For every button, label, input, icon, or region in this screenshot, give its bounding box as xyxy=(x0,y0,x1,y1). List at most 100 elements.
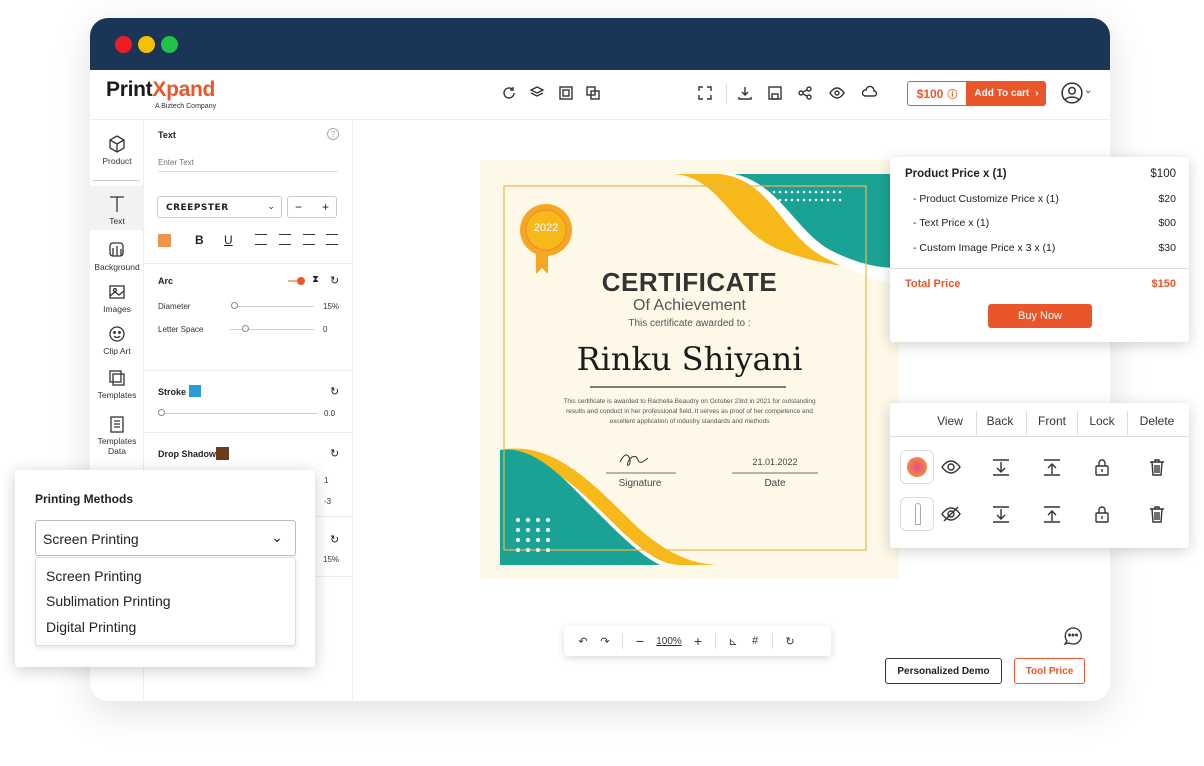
add-to-cart-button[interactable]: Add To cart › xyxy=(967,81,1046,106)
printing-option-digital[interactable]: Digital Printing xyxy=(46,619,136,635)
sidebar-item-clip-art[interactable]: Clip Art xyxy=(90,324,144,356)
shadow-color-swatch[interactable] xyxy=(216,447,229,460)
price-button[interactable]: $100 ⓘ xyxy=(907,81,967,106)
sidebar-item-images[interactable]: Images xyxy=(90,282,144,314)
chevron-down-icon[interactable]: ⌄ xyxy=(1084,85,1092,96)
duplicate-icon[interactable] xyxy=(584,84,602,102)
certificate-preview[interactable]: 2022 CERTIFICATE Of Achievement This cer… xyxy=(480,160,899,579)
sidebar-item-label: Images xyxy=(103,304,131,314)
layers-header-view: View xyxy=(937,414,963,428)
date-label: Date xyxy=(764,478,786,489)
minimize-window-button[interactable] xyxy=(138,36,155,53)
text-input[interactable] xyxy=(158,154,338,172)
reset-icon[interactable]: ↻ xyxy=(330,274,339,287)
zoom-in-button[interactable]: + xyxy=(687,633,709,649)
letter-space-slider-handle[interactable] xyxy=(242,325,249,332)
send-backward-icon[interactable] xyxy=(990,456,1012,478)
printing-option-screen[interactable]: Screen Printing xyxy=(46,568,142,584)
zoom-out-button[interactable]: − xyxy=(629,633,651,649)
text-color-swatch[interactable] xyxy=(158,234,171,247)
recipient-name: Rinku Shiyani xyxy=(576,340,803,378)
reset-icon[interactable]: ↻ xyxy=(330,533,339,546)
diameter-label: Diameter xyxy=(158,302,191,311)
price-row: - Product Customize Price x (1) $20 xyxy=(905,193,1176,205)
sidebar-item-background[interactable]: Background xyxy=(90,240,144,272)
preview-icon[interactable] xyxy=(828,84,846,102)
price-row-value: $00 xyxy=(1158,217,1176,229)
maximize-window-button[interactable] xyxy=(161,36,178,53)
bring-forward-icon[interactable] xyxy=(1041,456,1063,478)
decrease-button[interactable]: − xyxy=(295,200,302,214)
font-select[interactable]: CREEPSTER ⌄ xyxy=(157,196,282,218)
sidebar-item-label: Text xyxy=(109,216,125,226)
sidebar-item-templates[interactable]: Templates xyxy=(90,368,144,400)
trash-icon[interactable] xyxy=(1146,503,1168,525)
printing-option-sublimation[interactable]: Sublimation Printing xyxy=(46,593,171,609)
buy-now-button[interactable]: Buy Now xyxy=(988,304,1092,328)
stroke-slider-handle[interactable] xyxy=(158,409,165,416)
tool-price-button[interactable]: Tool Price xyxy=(1014,658,1085,684)
flip-icon[interactable]: ⧗ xyxy=(312,274,319,285)
layer-thumbnail[interactable] xyxy=(900,497,934,531)
layers-header-divider xyxy=(1127,411,1128,435)
undo-icon[interactable]: ↶ xyxy=(572,635,594,648)
trash-icon[interactable] xyxy=(1146,456,1168,478)
align-center-icon[interactable] xyxy=(279,234,291,245)
sidebar-item-templates-data[interactable]: Templates Data xyxy=(90,414,144,456)
align-left-icon[interactable] xyxy=(255,234,267,245)
reset-icon[interactable]: ↻ xyxy=(330,385,339,398)
align-justify-icon[interactable] xyxy=(326,234,338,245)
price-row-label: - Product Customize Price x (1) xyxy=(913,193,1059,205)
rotate-icon[interactable]: ↻ xyxy=(779,635,801,648)
share-icon[interactable] xyxy=(796,84,814,102)
chat-icon[interactable] xyxy=(1062,624,1084,646)
arc-toggle[interactable] xyxy=(288,277,305,285)
close-window-button[interactable] xyxy=(115,36,132,53)
diameter-slider-handle[interactable] xyxy=(231,302,238,309)
align-right-icon[interactable] xyxy=(303,234,315,245)
eye-off-icon[interactable] xyxy=(940,503,962,525)
layers-header-lock: Lock xyxy=(1089,414,1115,428)
lock-icon[interactable] xyxy=(1091,456,1113,478)
send-backward-icon[interactable] xyxy=(990,503,1012,525)
total-price-label: Total Price xyxy=(905,278,961,290)
stroke-slider[interactable] xyxy=(162,413,317,414)
sidebar-item-text[interactable]: Text xyxy=(90,186,144,230)
ruler-icon[interactable]: ⊾ xyxy=(722,635,744,648)
user-avatar-icon[interactable] xyxy=(1060,81,1084,105)
save-icon[interactable] xyxy=(766,84,784,102)
text-icon xyxy=(110,196,124,212)
grid-icon[interactable]: # xyxy=(744,635,766,647)
zoom-level[interactable]: 100% xyxy=(651,636,687,647)
printing-method-select[interactable]: Screen Printing ⌄ xyxy=(35,520,296,556)
layers-icon[interactable] xyxy=(528,84,546,102)
eye-icon[interactable] xyxy=(940,456,962,478)
underline-button[interactable]: U xyxy=(224,233,233,247)
panel-divider xyxy=(144,432,353,433)
personalized-demo-button[interactable]: Personalized Demo xyxy=(885,658,1002,684)
3d-view-icon[interactable] xyxy=(861,84,879,102)
increase-button[interactable]: + xyxy=(322,200,329,214)
zoom-divider xyxy=(772,633,773,649)
layer-thumbnail[interactable] xyxy=(900,450,934,484)
bring-forward-icon[interactable] xyxy=(1041,503,1063,525)
blur-value: 15% xyxy=(323,555,340,564)
download-icon[interactable] xyxy=(736,84,754,102)
sidebar-item-product[interactable]: Product xyxy=(90,134,144,166)
layers-card: View Back Front Lock Delete xyxy=(890,403,1189,548)
shadow-offset-y-value: -3 xyxy=(324,497,332,506)
lock-icon[interactable] xyxy=(1091,503,1113,525)
bold-button[interactable]: B xyxy=(195,233,204,247)
price-row: Product Price x (1) $100 xyxy=(905,168,1176,180)
stroke-color-swatch[interactable] xyxy=(189,385,201,397)
diameter-slider[interactable] xyxy=(234,306,314,307)
refresh-icon[interactable] xyxy=(500,84,518,102)
stroke-title: Stroke xyxy=(158,387,187,397)
help-icon[interactable]: ? xyxy=(327,128,339,140)
redo-icon[interactable]: ↷ xyxy=(594,635,616,648)
frame-icon[interactable] xyxy=(557,84,575,102)
font-size-stepper[interactable]: − + xyxy=(287,196,337,218)
zoom-divider xyxy=(715,633,716,649)
reset-icon[interactable]: ↻ xyxy=(330,447,339,460)
fullscreen-icon[interactable] xyxy=(696,84,714,102)
